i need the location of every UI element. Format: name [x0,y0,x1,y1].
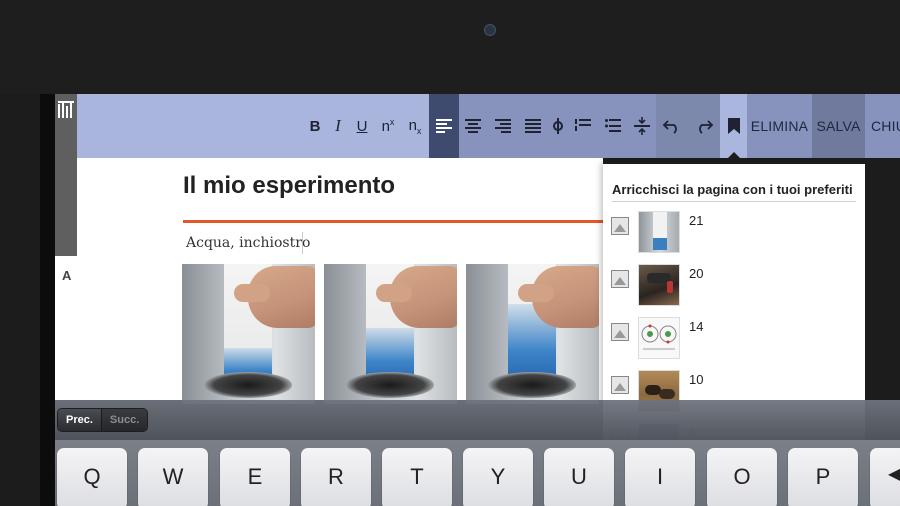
align-left-icon[interactable] [429,94,459,158]
key-o[interactable]: O [707,448,777,506]
key-q[interactable]: Q [57,448,127,506]
experiment-photo-3[interactable] [466,264,599,404]
key-w[interactable]: W [138,448,208,506]
favorite-thumbnail [638,211,680,253]
keyboard-accessory-bar [55,400,900,440]
bullet-list-icon[interactable] [603,94,623,158]
screen: A B I U nx nx ELIMINA SALVA CHI Il mio e… [0,0,900,506]
underline-button[interactable]: U [352,94,372,158]
favorites-title: Arricchisci la pagina con i tuoi preferi… [612,182,853,197]
next-button[interactable]: Succ. [101,409,148,431]
favorite-item[interactable]: 21 [603,211,865,257]
image-icon [611,270,629,288]
title-divider [183,220,603,223]
sidebar-strip [55,94,77,256]
favorite-item[interactable]: 14 [603,317,865,363]
prev-button[interactable]: Prec. [58,409,102,431]
favorite-thumbnail [638,317,680,359]
subscript-button[interactable]: nx [404,94,426,158]
vertical-align-icon[interactable] [549,94,567,158]
favorite-thumbnail [638,264,680,306]
favorites-popover: Arricchisci la pagina con i tuoi preferi… [603,161,865,441]
divider [612,201,856,202]
numbered-list-icon[interactable] [573,94,593,158]
image-icon [611,323,629,341]
front-camera [484,24,496,36]
favorite-page-number: 20 [689,266,704,281]
key-p[interactable]: P [788,448,858,506]
bookmark-icon[interactable] [720,94,747,158]
key-u[interactable]: U [544,448,614,506]
line-spacing-icon[interactable] [632,94,652,158]
library-logo-icon[interactable] [58,101,75,118]
save-button[interactable]: SALVA [812,94,865,158]
superscript-button[interactable]: nx [377,94,399,158]
image-icon [611,217,629,235]
key-t[interactable]: T [382,448,452,506]
favorite-item[interactable]: 20 [603,264,865,310]
device-bezel [0,0,900,94]
italic-button[interactable]: I [329,94,347,158]
sidebar-letter[interactable]: A [62,268,71,283]
redo-icon[interactable] [692,94,716,158]
page-title[interactable]: Il mio esperimento [183,172,395,200]
key-r[interactable]: R [301,448,371,506]
key-y[interactable]: Y [463,448,533,506]
align-justify-icon[interactable] [523,94,543,158]
backspace-key-icon[interactable]: ◀ [870,448,900,506]
experiment-photo-1[interactable] [182,264,315,404]
key-i[interactable]: I [625,448,695,506]
screen-edge [40,94,55,506]
favorite-page-number: 10 [689,372,704,387]
experiment-photo-2[interactable] [324,264,457,404]
key-e[interactable]: E [220,448,290,506]
bold-button[interactable]: B [305,94,325,158]
favorite-page-number: 14 [689,319,704,334]
prev-next-control: Prec. Succ. [57,408,149,432]
align-right-icon[interactable] [493,94,513,158]
favorite-page-number: 21 [689,213,704,228]
undo-icon[interactable] [660,94,684,158]
delete-button[interactable]: ELIMINA [747,94,812,158]
image-icon [611,376,629,394]
align-center-icon[interactable] [463,94,483,158]
caption-text[interactable]: Acqua, inchiostro [183,232,310,254]
close-button[interactable]: CHIU [865,94,900,158]
